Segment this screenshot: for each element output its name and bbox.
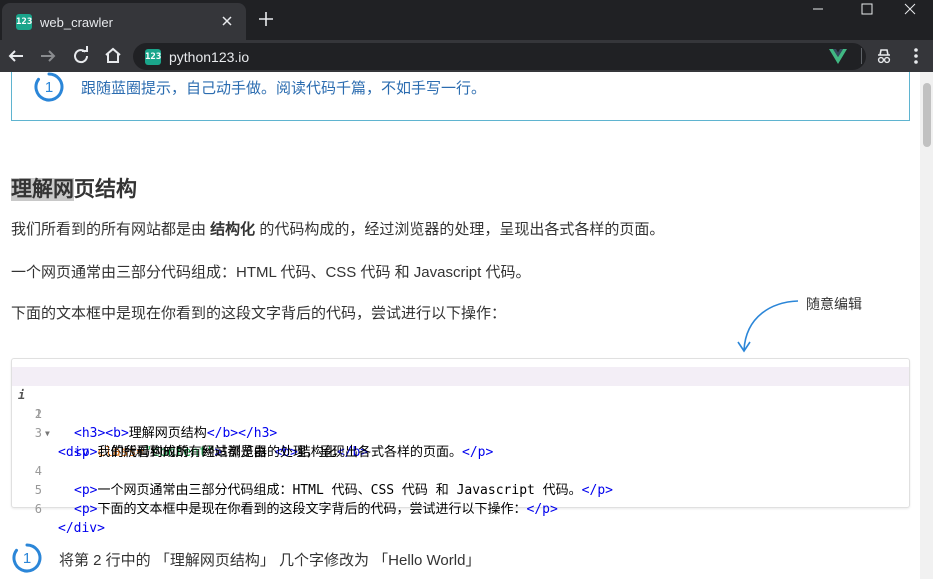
svg-text:1: 1 <box>45 79 53 96</box>
step-circle-icon: 1 <box>12 543 42 573</box>
reload-icon <box>74 46 89 64</box>
home-icon <box>105 47 121 63</box>
vue-devtools-extension-icon[interactable] <box>826 44 850 68</box>
page-content: 1 跟随蓝圈提示，自己动手做。阅读代码千篇，不如手写一行。 理解网页结构 我们所… <box>0 72 933 579</box>
scrollbar-thumb[interactable] <box>923 83 931 147</box>
url-text[interactable]: python123.io <box>169 49 249 65</box>
code-line[interactable]: 5 <p>下面的文本框中是现在你看到的这段文字背后的代码，尝试进行以下操作：</… <box>12 462 909 517</box>
forward-button[interactable] <box>36 44 60 68</box>
page-scrollbar[interactable] <box>920 72 933 579</box>
code-token: </p> <box>526 502 558 517</box>
browser-menu-icon[interactable] <box>906 44 926 68</box>
page-title: 理解网页结构 <box>11 173 137 203</box>
window-maximize-button[interactable] <box>843 0 889 30</box>
incognito-extension-icon[interactable] <box>872 44 896 68</box>
annotation-arrow-icon <box>737 300 799 353</box>
code-line-wrapped[interactable]: 的代码构成的，经过浏览器的处理，呈现出各式各样的页面。</p> <box>12 424 909 460</box>
code-line[interactable]: i 1 ▼ <div class="content"> <box>12 367 909 460</box>
code-line[interactable]: 2 <h3><b>理解网页结构</b></h3> <box>12 386 909 441</box>
address-bar[interactable]: 123 python123.io <box>133 43 866 70</box>
back-arrow-icon <box>8 50 23 62</box>
code-line[interactable]: 3 <p>我们所看到的所有网站都是由 <b>结构化</b> <box>12 405 909 460</box>
code-line[interactable]: 6 </div> <box>12 481 909 536</box>
browser-tab[interactable]: 123 web_crawler <box>2 3 246 40</box>
code-editor[interactable]: i 1 ▼ <div class="content"> 2 <h3><b>理解网… <box>11 358 910 536</box>
page-title-selected-text: 理解网 <box>11 178 74 201</box>
code-token: <p> <box>74 502 98 517</box>
tip-text: 跟随蓝圈提示，自己动手做。阅读代码千篇，不如手写一行。 <box>81 80 487 97</box>
paragraph-1: 我们所看到的所有网站都是由 结构化 的代码构成的，经过浏览器的处理，呈现出各式各… <box>11 218 664 239</box>
paragraph-3: 下面的文本框中是现在你看到的这段文字背后的代码，尝试进行以下操作： <box>11 305 507 322</box>
step-circle-icon: 1 <box>34 72 64 102</box>
paragraph-1-text: 我们所看到的所有网站都是由 <box>11 221 211 238</box>
line-number: 6 <box>34 502 42 516</box>
svg-text:1: 1 <box>23 550 31 567</box>
step-instruction: 将第 2 行中的 「理解网页结构」 几个字修改为 「Hello World」 <box>59 552 481 569</box>
tab-title: web_crawler <box>40 15 113 30</box>
back-button[interactable] <box>4 44 28 68</box>
site-favicon-icon: 123 <box>145 49 161 65</box>
code-line[interactable]: 4 <p>一个网页通常由三部分代码组成：HTML 代码、CSS 代码 和 Jav… <box>12 443 909 498</box>
window-minimize-button[interactable] <box>795 0 841 30</box>
home-button[interactable] <box>101 44 125 68</box>
paragraph-1-bold: 结构化 <box>210 221 256 238</box>
forward-arrow-icon <box>41 50 56 62</box>
tab-strip: 123 web_crawler <box>0 0 933 40</box>
annotation-label: 随意编辑 <box>806 296 862 312</box>
reload-button[interactable] <box>69 44 93 68</box>
window-close-button[interactable] <box>888 0 933 30</box>
page-title-rest: 页结构 <box>74 178 137 201</box>
tab-favicon-icon: 123 <box>16 14 32 30</box>
paragraph-2: 一个网页通常由三部分代码组成：HTML 代码、CSS 代码 和 Javascri… <box>11 264 531 281</box>
new-tab-button[interactable] <box>255 8 277 30</box>
code-token: 下面的文本框中是现在你看到的这段文字背后的代码，尝试进行以下操作： <box>97 502 527 517</box>
paragraph-1-text-end: 的代码构成的，经过浏览器的处理，呈现出各式各样的页面。 <box>255 221 665 238</box>
tip-box: 1 跟随蓝圈提示，自己动手做。阅读代码千篇，不如手写一行。 <box>11 72 910 121</box>
code-token: </div> <box>58 521 105 536</box>
toolbar-separator <box>861 48 862 64</box>
browser-toolbar: 123 python123.io <box>0 40 933 72</box>
tab-close-icon[interactable] <box>218 12 236 30</box>
